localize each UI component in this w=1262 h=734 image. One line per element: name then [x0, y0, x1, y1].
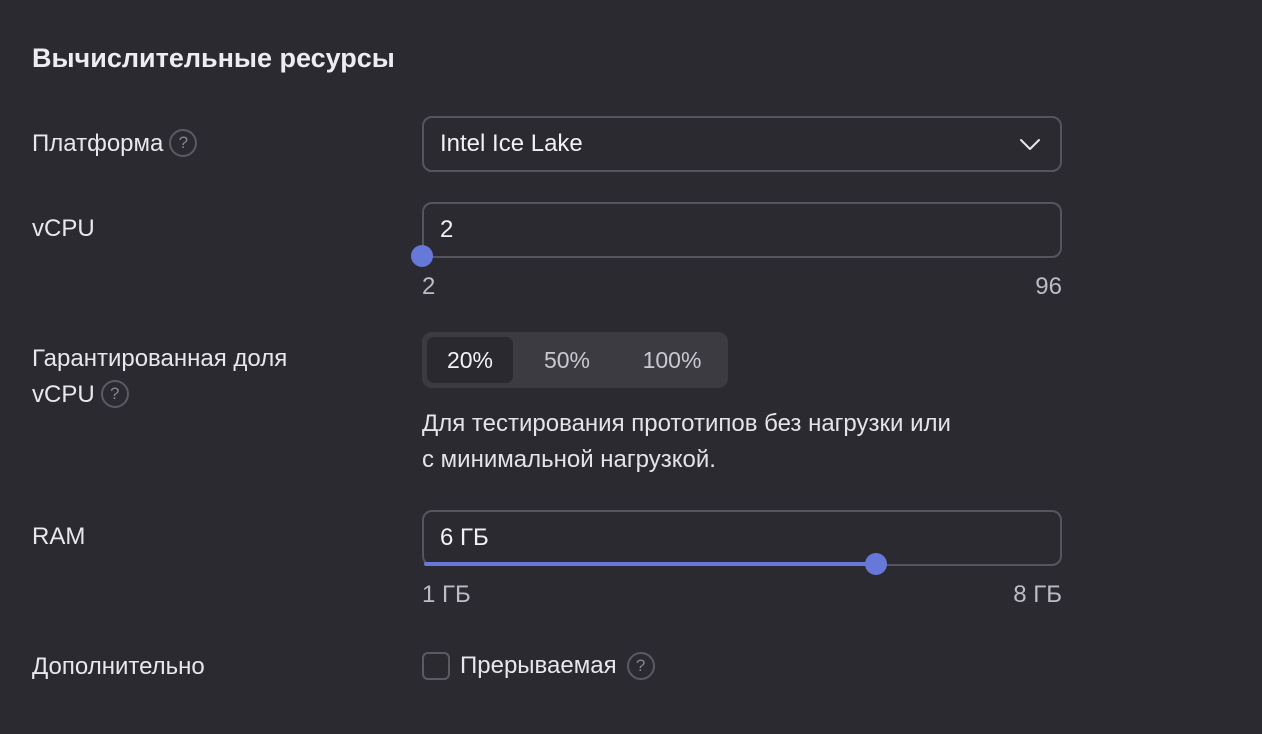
core-fraction-option-100[interactable]: 100% — [621, 337, 723, 383]
ram-input[interactable]: 6 ГБ — [422, 510, 1062, 575]
platform-select[interactable]: Intel Ice Lake — [422, 116, 1062, 172]
core-fraction-description-line1: Для тестирования прототипов без нагрузки… — [422, 410, 951, 437]
ram-label: RAM — [32, 523, 86, 550]
question-circle-icon[interactable]: ? — [100, 379, 129, 408]
preemptible-option: Прерываемая ? — [422, 648, 655, 684]
additional-label: Дополнительно — [32, 653, 205, 680]
section-title: Вычислительные ресурсы — [32, 43, 395, 73]
ram-slider-track — [424, 562, 879, 566]
vcpu-input-value: 2 — [440, 216, 454, 243]
ram-input-value: 6 ГБ — [440, 524, 489, 551]
ram-min-label: 1 ГБ — [422, 581, 471, 608]
platform-label: Платформа — [32, 130, 164, 157]
ram-slider-thumb[interactable] — [865, 553, 888, 575]
core-fraction-description: Для тестирования прототипов без нагрузки… — [422, 406, 1062, 478]
ram-max-label: 8 ГБ — [1013, 581, 1062, 608]
platform-select-value: Intel Ice Lake — [440, 130, 583, 157]
vcpu-slider-thumb[interactable] — [411, 245, 433, 267]
core-fraction-option-50[interactable]: 50% — [513, 337, 621, 383]
vcpu-input[interactable]: 2 — [411, 202, 1062, 267]
core-fraction-option-20[interactable]: 20% — [427, 337, 513, 383]
question-circle-icon[interactable]: ? — [626, 652, 655, 680]
vcpu-min-label: 2 — [422, 273, 436, 300]
core-fraction-segmented-control: 20% 50% 100% — [422, 332, 728, 388]
vcpu-max-label: 96 — [1035, 273, 1062, 300]
core-fraction-label-line1: Гарантированная доля — [32, 345, 288, 372]
core-fraction-label-line2: vCPU — [32, 381, 95, 408]
vcpu-label: vCPU — [32, 215, 95, 242]
core-fraction-label-row2: vCPU? — [32, 377, 129, 413]
question-circle-icon[interactable]: ? — [169, 128, 198, 157]
platform-label-row: Платформа? — [32, 126, 198, 162]
chevron-down-icon — [1020, 139, 1040, 150]
core-fraction-description-line2: с минимальной нагрузкой. — [422, 446, 716, 473]
preemptible-label[interactable]: Прерываемая — [460, 648, 617, 684]
preemptible-checkbox[interactable] — [422, 652, 450, 680]
